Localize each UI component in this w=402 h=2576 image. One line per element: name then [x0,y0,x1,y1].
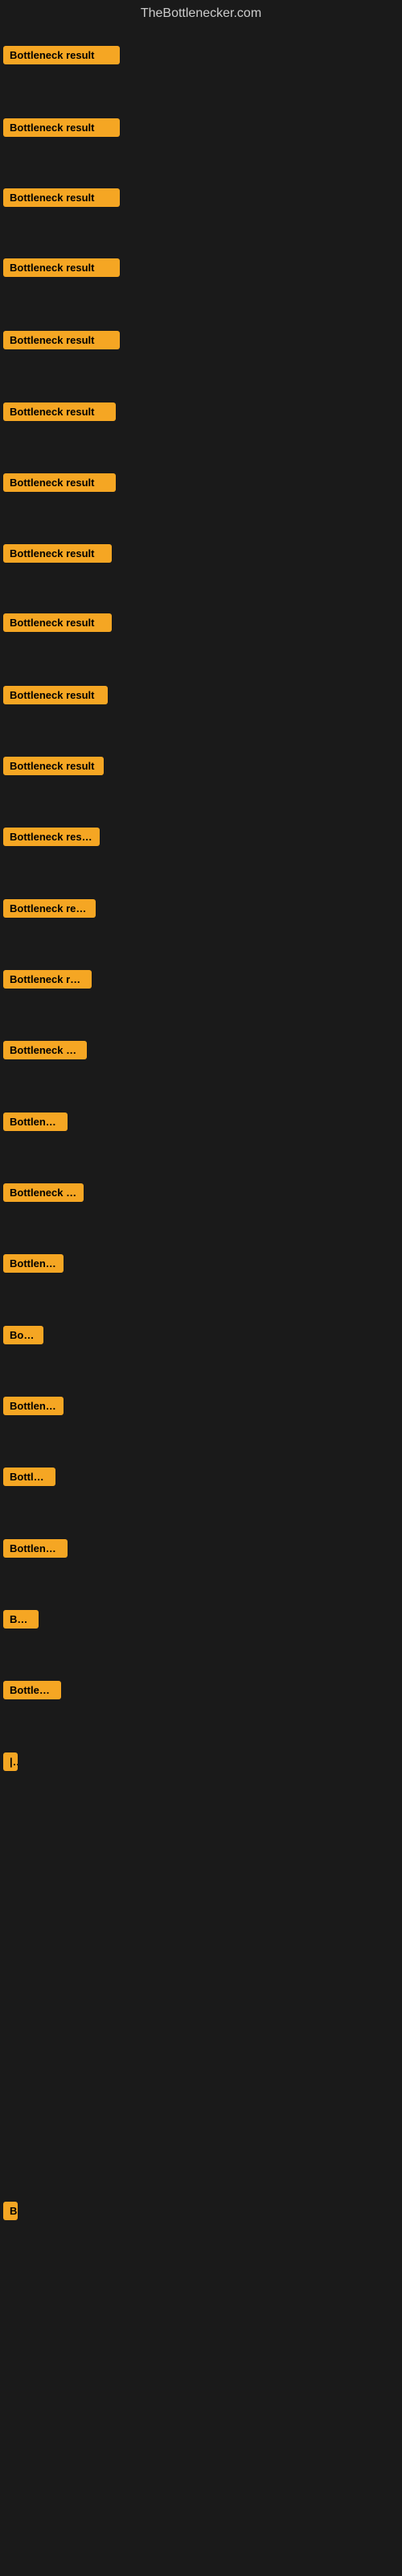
bottleneck-badge-8[interactable]: Bottleneck result [3,544,112,563]
bottleneck-item-25: | [3,1752,18,1775]
bottleneck-item-10: Bottleneck result [3,686,108,708]
bottleneck-badge-7[interactable]: Bottleneck result [3,473,116,492]
bottleneck-item-26: B [3,2202,18,2224]
bottleneck-badge-3[interactable]: Bottleneck result [3,188,120,207]
bottleneck-badge-4[interactable]: Bottleneck result [3,258,120,277]
bottleneck-badge-20[interactable]: Bottlenec [3,1397,64,1415]
bottleneck-badge-1[interactable]: Bottleneck result [3,46,120,64]
bottleneck-item-4: Bottleneck result [3,258,120,281]
bottleneck-item-8: Bottleneck result [3,544,112,567]
bottleneck-badge-16[interactable]: Bottleneck [3,1113,68,1131]
bottleneck-badge-6[interactable]: Bottleneck result [3,402,116,421]
bottleneck-badge-5[interactable]: Bottleneck result [3,331,120,349]
bottleneck-item-13: Bottleneck result [3,899,96,922]
bottleneck-badge-2[interactable]: Bottleneck result [3,118,120,137]
bottleneck-item-16: Bottleneck [3,1113,68,1135]
bottleneck-item-21: Bottlene [3,1468,55,1490]
bottleneck-item-17: Bottleneck res [3,1183,84,1206]
bottleneck-item-19: Bottle [3,1326,43,1348]
bottleneck-badge-25[interactable]: | [3,1752,18,1771]
bottleneck-item-12: Bottleneck result [3,828,100,850]
bottleneck-item-3: Bottleneck result [3,188,120,211]
bottleneck-item-2: Bottleneck result [3,118,120,141]
bottleneck-badge-22[interactable]: Bottleneck [3,1539,68,1558]
bottleneck-badge-24[interactable]: Bottlenec [3,1681,61,1699]
bottleneck-item-9: Bottleneck result [3,613,112,636]
bottleneck-item-15: Bottleneck resu [3,1041,87,1063]
bottleneck-badge-11[interactable]: Bottleneck result [3,757,104,775]
bottleneck-badge-14[interactable]: Bottleneck result [3,970,92,989]
bottleneck-item-23: Bottl [3,1610,39,1633]
bottleneck-item-11: Bottleneck result [3,757,104,779]
bottleneck-item-24: Bottlenec [3,1681,61,1703]
bottleneck-item-20: Bottlenec [3,1397,64,1419]
bottleneck-badge-10[interactable]: Bottleneck result [3,686,108,704]
bottleneck-badge-26[interactable]: B [3,2202,18,2220]
bottleneck-item-18: Bottlenec [3,1254,64,1277]
bottleneck-badge-21[interactable]: Bottlene [3,1468,55,1486]
bottleneck-item-5: Bottleneck result [3,331,120,353]
bottleneck-badge-15[interactable]: Bottleneck resu [3,1041,87,1059]
bottleneck-badge-23[interactable]: Bottl [3,1610,39,1629]
site-title: TheBottlenecker.com [141,6,261,20]
site-header: TheBottlenecker.com [0,0,402,31]
bottleneck-item-6: Bottleneck result [3,402,116,425]
bottleneck-badge-18[interactable]: Bottlenec [3,1254,64,1273]
bottleneck-badge-13[interactable]: Bottleneck result [3,899,96,918]
bottleneck-item-14: Bottleneck result [3,970,92,993]
bottleneck-badge-17[interactable]: Bottleneck res [3,1183,84,1202]
bottleneck-badge-19[interactable]: Bottle [3,1326,43,1344]
bottleneck-badge-12[interactable]: Bottleneck result [3,828,100,846]
bottleneck-badge-9[interactable]: Bottleneck result [3,613,112,632]
bottleneck-item-7: Bottleneck result [3,473,116,496]
bottleneck-item-22: Bottleneck [3,1539,68,1562]
bottleneck-item-1: Bottleneck result [3,46,120,68]
